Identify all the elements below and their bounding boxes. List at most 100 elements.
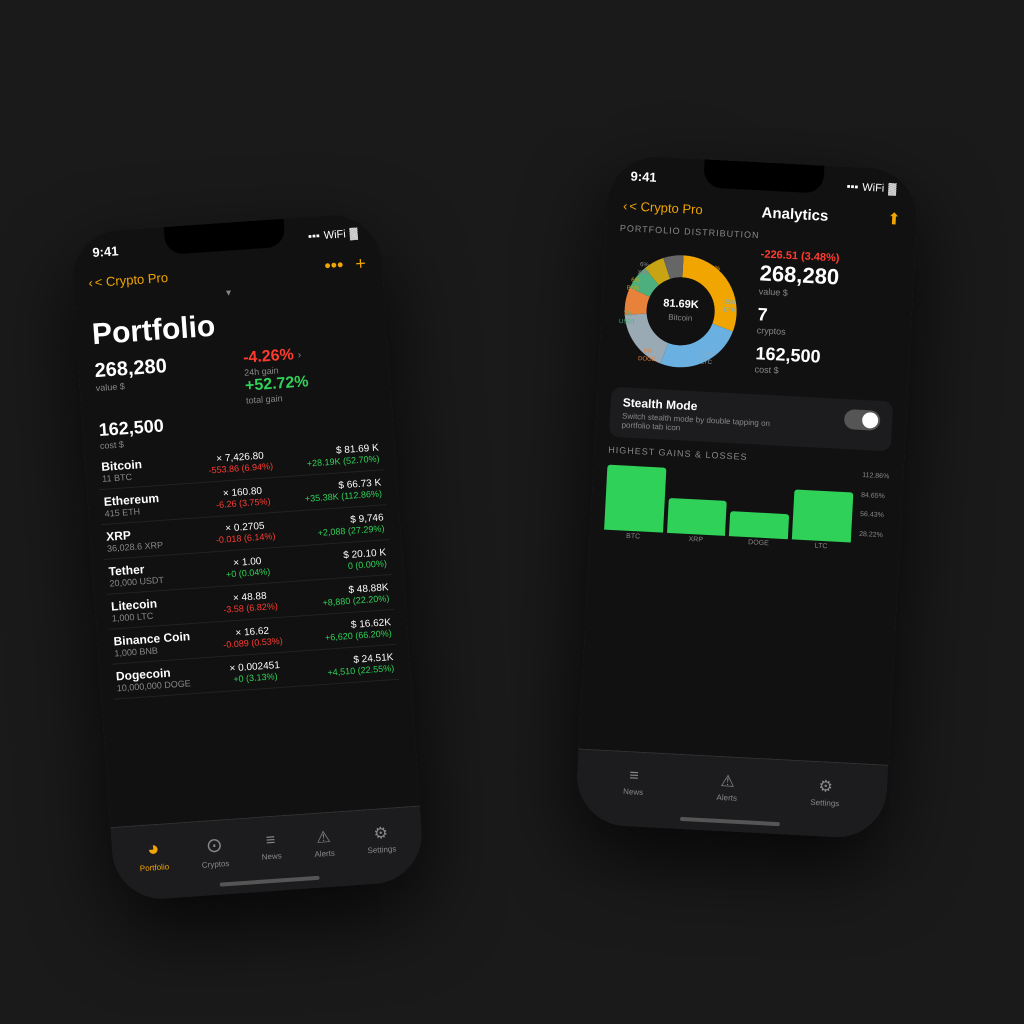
tab-bar-left: ◕ Portfolio ⊙ Cryptos ≡ News ⚠ Alerts ⚙ [111,806,425,902]
btc-right: $ 81.69 K +28.19K (52.70%) [286,442,380,469]
svg-text:6%: 6% [631,278,641,284]
battery-icon: ▓ [349,228,358,241]
wifi-icon: WiFi [323,228,346,242]
svg-text:USDT: USDT [619,319,636,326]
ltc-bar [792,489,853,542]
toggle-knob [862,412,879,429]
change-stat: -226.51 (3.48%) 268,280 value $ [759,248,901,303]
phone-right: 9:41 ▪▪▪ WiFi ▓ ‹ < Crypto Pro Analytics… [575,154,920,839]
tab-cryptos-label: Cryptos [202,858,230,869]
btc-left: Bitcoin 11 BTC [101,453,195,483]
portfolio-screen: 9:41 ▪▪▪ WiFi ▓ ‹ < Crypto Pro ••• + [69,212,425,902]
wifi-icon-r: WiFi [862,182,885,195]
doge-bar [729,511,789,539]
tab-settings-label: Settings [367,844,396,855]
tab-settings-r[interactable]: ⚙ Settings [810,776,840,808]
value-block: 268,280 value $ [94,351,227,416]
svg-text:XRP: XRP [637,270,650,277]
tab-settings[interactable]: ⚙ Settings [366,822,397,855]
svg-text:81.69K: 81.69K [663,297,699,311]
alerts-tab-icon: ⚠ [316,827,332,848]
svg-text:8%: 8% [643,348,653,354]
nav-back-label-left: < Crypto Pro [94,270,168,290]
tab-news-label-r: News [623,787,643,797]
tab-settings-label-r: Settings [810,798,839,809]
signal-icon: ▪▪▪ [308,230,321,243]
ltc-bar-label: LTC [814,543,827,551]
btc-bar-label: BTC [626,533,640,541]
crypto-list: Bitcoin 11 BTC × 7,426.80 -553.86 (6.94%… [85,434,411,700]
tab-portfolio[interactable]: ◕ Portfolio [138,837,170,873]
tab-alerts-label-r: Alerts [716,793,737,803]
phone-left: 9:41 ▪▪▪ WiFi ▓ ‹ < Crypto Pro ••• + [69,212,425,902]
stealth-mode-section: Stealth Mode Switch stealth mode by doub… [609,387,893,452]
y-label-4: 28.22% [859,531,886,539]
alerts-tab-icon-r: ⚠ [720,771,735,792]
tab-news-r[interactable]: ≡ News [623,767,645,797]
svg-text:Bitcoin: Bitcoin [668,313,692,323]
share-icon[interactable]: ⬆ [887,209,901,230]
stealth-text: Stealth Mode Switch stealth mode by doub… [621,395,793,438]
chevron-left-icon-r: ‹ [623,198,628,213]
xrp-bar-label: XRP [688,536,703,544]
donut-chart: 81.69K Bitcoin 30% BTC 25% ETH 18% LTC 8… [612,243,749,380]
analytics-stats: -226.51 (3.48%) 268,280 value $ 7 crypto… [742,248,901,390]
bar-chart: BTC XRP DOGE [604,459,855,552]
stealth-toggle[interactable] [844,409,881,431]
nav-back-right[interactable]: ‹ < Crypto Pro [623,198,703,217]
tab-bar-right: ≡ News ⚠ Alerts ⚙ Settings [575,749,889,840]
svg-text:6%: 6% [640,262,650,268]
settings-tab-icon: ⚙ [373,823,389,844]
nav-actions-left: ••• + [324,253,367,277]
change-block: -4.26% › 24h gain +52.72% total gain [243,341,376,406]
settings-tab-icon-r: ⚙ [818,776,833,797]
cryptos-tab-icon: ⊙ [205,832,223,858]
signal-icon-r: ▪▪▪ [846,181,858,194]
xrp-bar [667,498,727,536]
portfolio-tab-icon: ◕ [146,837,160,861]
svg-text:30%: 30% [708,266,721,273]
add-icon[interactable]: + [355,253,367,275]
svg-text:7%: 7% [623,311,633,317]
svg-text:BNB: BNB [627,285,640,292]
tab-portfolio-label: Portfolio [139,862,169,873]
tab-news-label: News [261,851,282,861]
btc-mid: × 7,426.80 -553.86 (6.94%) [193,449,287,476]
nav-back-left[interactable]: ‹ < Crypto Pro [88,270,169,291]
tab-alerts-r[interactable]: ⚠ Alerts [716,771,738,803]
status-icons-right: ▪▪▪ WiFi ▓ [846,181,896,196]
doge-bar-label: DOGE [748,539,769,547]
tab-alerts[interactable]: ⚠ Alerts [313,827,336,859]
y-label-2: 84.65% [861,492,888,500]
nav-back-label-right: < Crypto Pro [629,198,703,217]
analytics-screen: 9:41 ▪▪▪ WiFi ▓ ‹ < Crypto Pro Analytics… [575,154,920,839]
chart-area: BTC XRP DOGE [604,459,890,554]
tab-cryptos[interactable]: ⊙ Cryptos [200,832,230,870]
svg-text:BTC: BTC [707,274,720,281]
scene: 9:41 ▪▪▪ WiFi ▓ ‹ < Crypto Pro ••• + [62,102,962,922]
bar-xrp: XRP [666,498,727,545]
bar-doge: DOGE [729,511,789,548]
cryptos-stat: 7 cryptos [756,304,897,342]
time-right: 9:41 [630,168,657,184]
y-label-1: 112.86% [862,472,889,480]
svg-text:LTC: LTC [701,359,713,366]
battery-icon-r: ▓ [888,183,897,195]
donut-container: 81.69K Bitcoin 30% BTC 25% ETH 18% LTC 8… [612,237,901,394]
gains-losses-section: HIGHEST GAINS & LOSSES BTC XRP [589,440,904,558]
svg-text:DOGE: DOGE [638,356,656,363]
analytics-title: Analytics [761,204,829,224]
tab-news[interactable]: ≡ News [260,831,282,861]
y-axis: 112.86% 84.65% 56.43% 28.22% [858,472,889,553]
status-icons-left: ▪▪▪ WiFi ▓ [308,228,358,243]
news-tab-icon: ≡ [265,832,276,851]
svg-text:ETH: ETH [724,308,736,315]
bar-ltc: LTC [792,489,854,551]
bar-btc: BTC [604,465,667,542]
btc-bar [604,465,666,533]
svg-text:18%: 18% [701,351,714,358]
news-tab-icon-r: ≡ [629,767,639,785]
more-icon[interactable]: ••• [324,255,344,277]
tab-alerts-label: Alerts [314,849,335,859]
svg-text:25%: 25% [724,300,737,307]
